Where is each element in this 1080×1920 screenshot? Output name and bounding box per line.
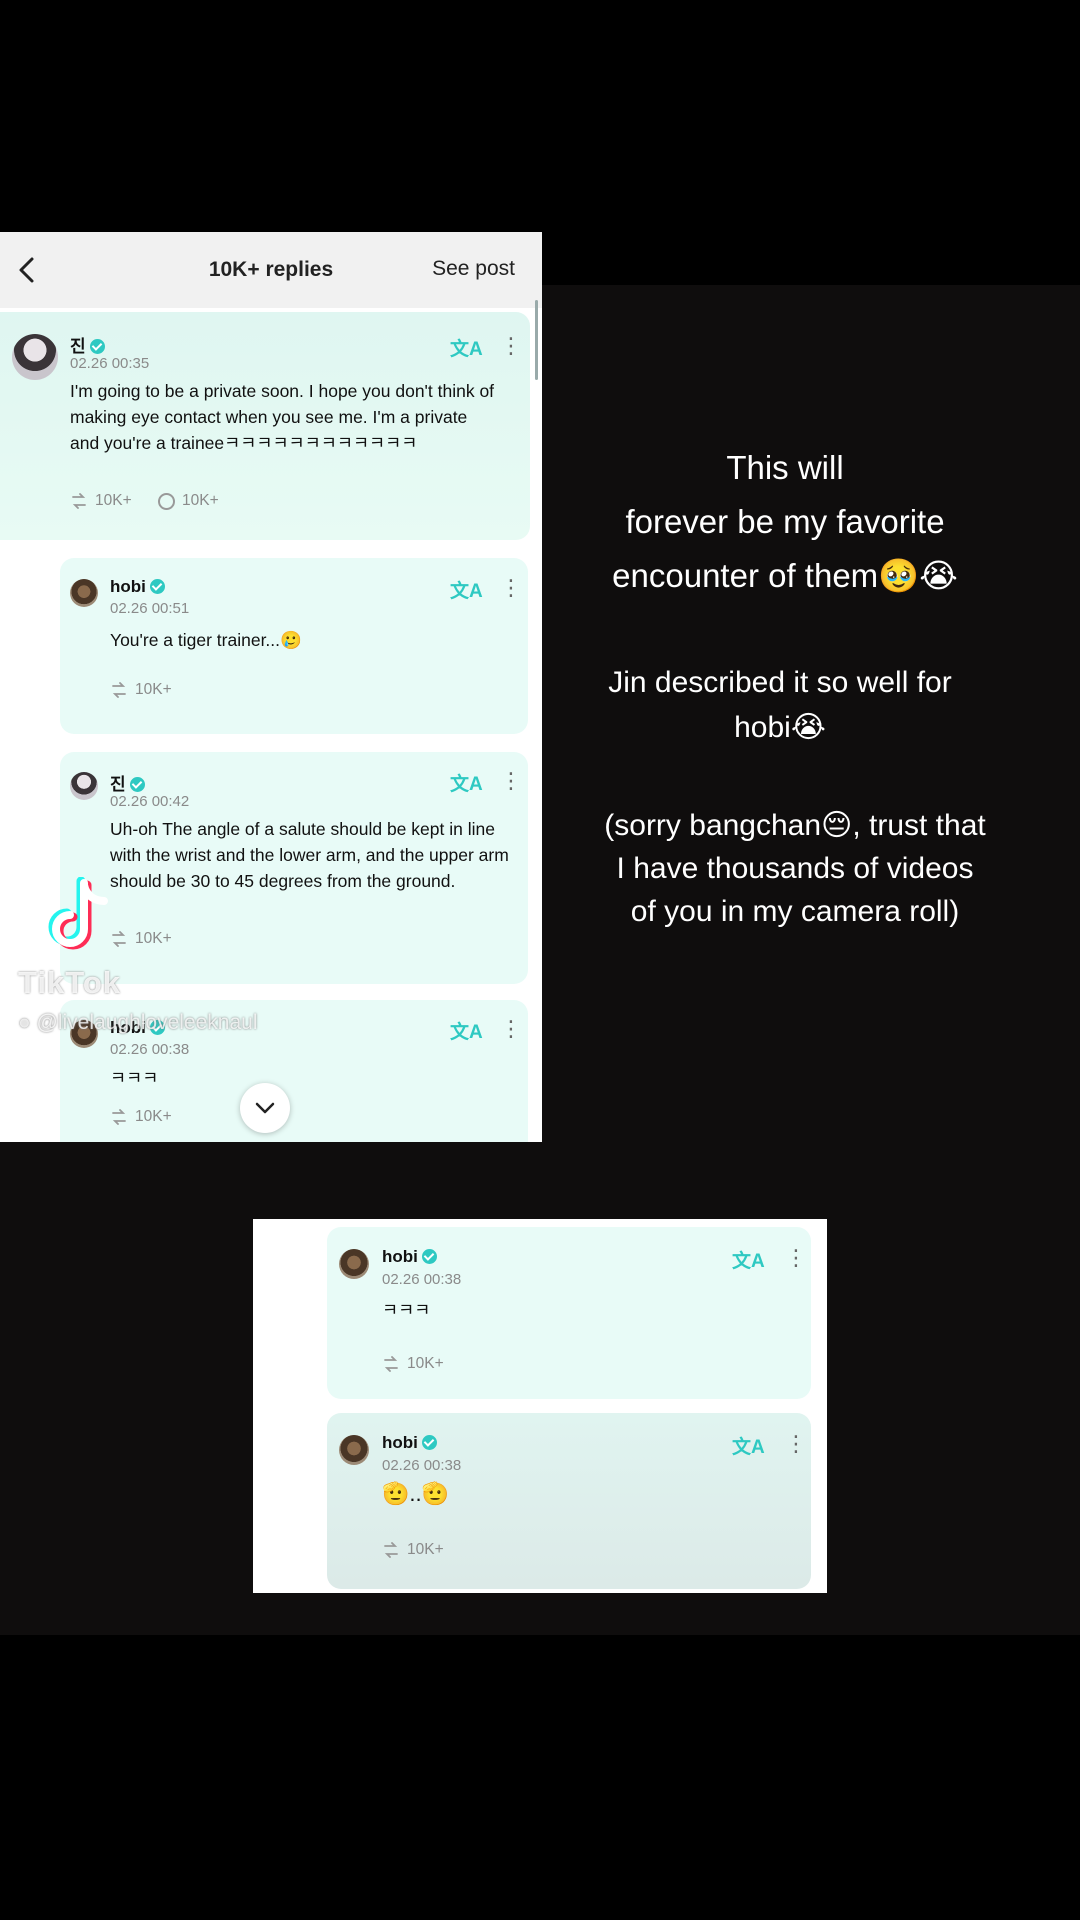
repost-icon bbox=[110, 1109, 128, 1125]
tiktok-logo-icon bbox=[44, 876, 114, 957]
avatar[interactable] bbox=[339, 1435, 369, 1465]
more-options-icon[interactable]: ⋮ bbox=[785, 1433, 807, 1455]
comment-card: 진 02.26 00:35 文A ⋮ I'm going to be a pri… bbox=[0, 312, 530, 540]
scrollbar[interactable] bbox=[535, 300, 538, 380]
caption-block: (sorry bangchan😔, trust that I have thou… bbox=[550, 804, 1040, 933]
avatar[interactable] bbox=[339, 1249, 369, 1279]
caption-line: I have thousands of videos bbox=[616, 852, 974, 885]
caption-line: forever be my favorite bbox=[625, 503, 945, 540]
verified-badge-icon bbox=[421, 1249, 437, 1264]
more-options-icon[interactable]: ⋮ bbox=[500, 577, 522, 599]
avatar[interactable] bbox=[70, 579, 98, 607]
comment-author[interactable]: 진 bbox=[110, 770, 145, 795]
like-count[interactable]: 10K+ bbox=[382, 1541, 444, 1559]
comment-text: I'm going to be a private soon. I hope y… bbox=[70, 381, 495, 453]
comment-author[interactable]: hobi bbox=[382, 1433, 437, 1453]
caption-block: Jin described it so well for hobi😭 bbox=[540, 660, 1020, 750]
chevron-down-icon bbox=[255, 1102, 275, 1114]
reply-card: hobi 02.26 00:51 文A ⋮ You're a tiger tra… bbox=[60, 558, 528, 734]
reply-card: 진 02.26 00:42 文A ⋮ Uh-oh The angle of a … bbox=[60, 752, 528, 984]
translate-icon[interactable]: 文A bbox=[450, 1017, 483, 1044]
tiktok-handle: ● @livelaughloveleeknaul bbox=[18, 1011, 258, 1034]
replies-screenshot-2: hobi 02.26 00:38 文A ⋮ ㅋㅋㅋ 10K+ hobi 02.2… bbox=[253, 1219, 827, 1593]
like-count[interactable]: 10K+ bbox=[70, 492, 132, 510]
like-count[interactable]: 10K+ bbox=[382, 1355, 444, 1373]
comment-text: 🫡..🫡 bbox=[382, 1481, 450, 1506]
translate-icon[interactable]: 文A bbox=[450, 769, 483, 796]
repost-icon bbox=[382, 1356, 400, 1372]
comment-text: ㅋㅋㅋ bbox=[382, 1300, 431, 1320]
comment-text: ㅋㅋㅋ bbox=[110, 1068, 159, 1088]
translate-icon[interactable]: 文A bbox=[732, 1432, 765, 1459]
caption-line: hobi😭 bbox=[734, 711, 826, 744]
verified-badge-icon bbox=[421, 1435, 437, 1450]
comment-author[interactable]: hobi bbox=[382, 1247, 437, 1267]
translate-icon[interactable]: 文A bbox=[450, 334, 483, 361]
repost-icon bbox=[382, 1542, 400, 1558]
caption-line: (sorry bangchan😔, trust that bbox=[604, 809, 986, 842]
reply-card: hobi 02.26 00:38 文A ⋮ 🫡..🫡 10K+ bbox=[327, 1413, 811, 1589]
back-arrow-icon[interactable] bbox=[14, 254, 42, 286]
verified-badge-icon bbox=[129, 777, 145, 792]
scroll-down-button[interactable] bbox=[240, 1083, 290, 1133]
more-options-icon[interactable]: ⋮ bbox=[785, 1247, 807, 1269]
tiktok-watermark: TikTok bbox=[18, 965, 122, 1000]
like-count[interactable]: 10K+ bbox=[110, 930, 172, 948]
like-count[interactable]: 10K+ bbox=[110, 681, 172, 699]
translate-icon[interactable]: 文A bbox=[732, 1246, 765, 1273]
comment-time: 02.26 00:38 bbox=[382, 1457, 462, 1474]
verified-badge-icon bbox=[89, 339, 105, 354]
comment-author[interactable]: 진 bbox=[70, 332, 105, 357]
caption-block: This will forever be my favorite encount… bbox=[540, 441, 1030, 603]
more-options-icon[interactable]: ⋮ bbox=[500, 335, 522, 357]
like-count[interactable]: 10K+ bbox=[110, 1108, 172, 1126]
comment-author[interactable]: hobi bbox=[110, 577, 165, 597]
comment-time: 02.26 00:38 bbox=[110, 1041, 190, 1058]
comment-time: 02.26 00:42 bbox=[110, 793, 190, 810]
avatar[interactable] bbox=[70, 772, 98, 800]
caption-line: encounter of them🥹😭 bbox=[612, 557, 958, 594]
more-options-icon[interactable]: ⋮ bbox=[500, 770, 522, 792]
comment-text: Uh-oh The angle of a salute should be ke… bbox=[110, 819, 509, 891]
user-icon: ● bbox=[18, 1011, 37, 1034]
comment-time: 02.26 00:38 bbox=[382, 1271, 462, 1288]
see-post-link[interactable]: See post bbox=[432, 257, 515, 281]
repost-icon bbox=[110, 682, 128, 698]
page-title: 10K+ replies bbox=[208, 258, 334, 281]
caption-line: of you in my camera roll) bbox=[630, 895, 960, 928]
caption-line: This will bbox=[726, 449, 844, 486]
reply-count[interactable]: 10K+ bbox=[158, 492, 219, 510]
replies-screenshot: 10K+ replies See post 진 02.26 00:35 文A ⋮… bbox=[0, 232, 542, 1142]
avatar[interactable] bbox=[12, 334, 58, 380]
more-options-icon[interactable]: ⋮ bbox=[500, 1018, 522, 1040]
verified-badge-icon bbox=[149, 579, 165, 594]
reply-card: hobi 02.26 00:38 文A ⋮ ㅋㅋㅋ 10K+ bbox=[327, 1227, 811, 1399]
top-bar: 10K+ replies See post bbox=[0, 232, 542, 308]
translate-icon[interactable]: 文A bbox=[450, 576, 483, 603]
repost-icon bbox=[70, 493, 88, 509]
comment-time: 02.26 00:35 bbox=[70, 355, 150, 372]
comment-text: You're a tiger trainer...🥲 bbox=[110, 630, 302, 650]
comment-time: 02.26 00:51 bbox=[110, 600, 190, 617]
caption-line: Jin described it so well for bbox=[608, 666, 952, 699]
comment-bubble-icon bbox=[158, 492, 175, 510]
